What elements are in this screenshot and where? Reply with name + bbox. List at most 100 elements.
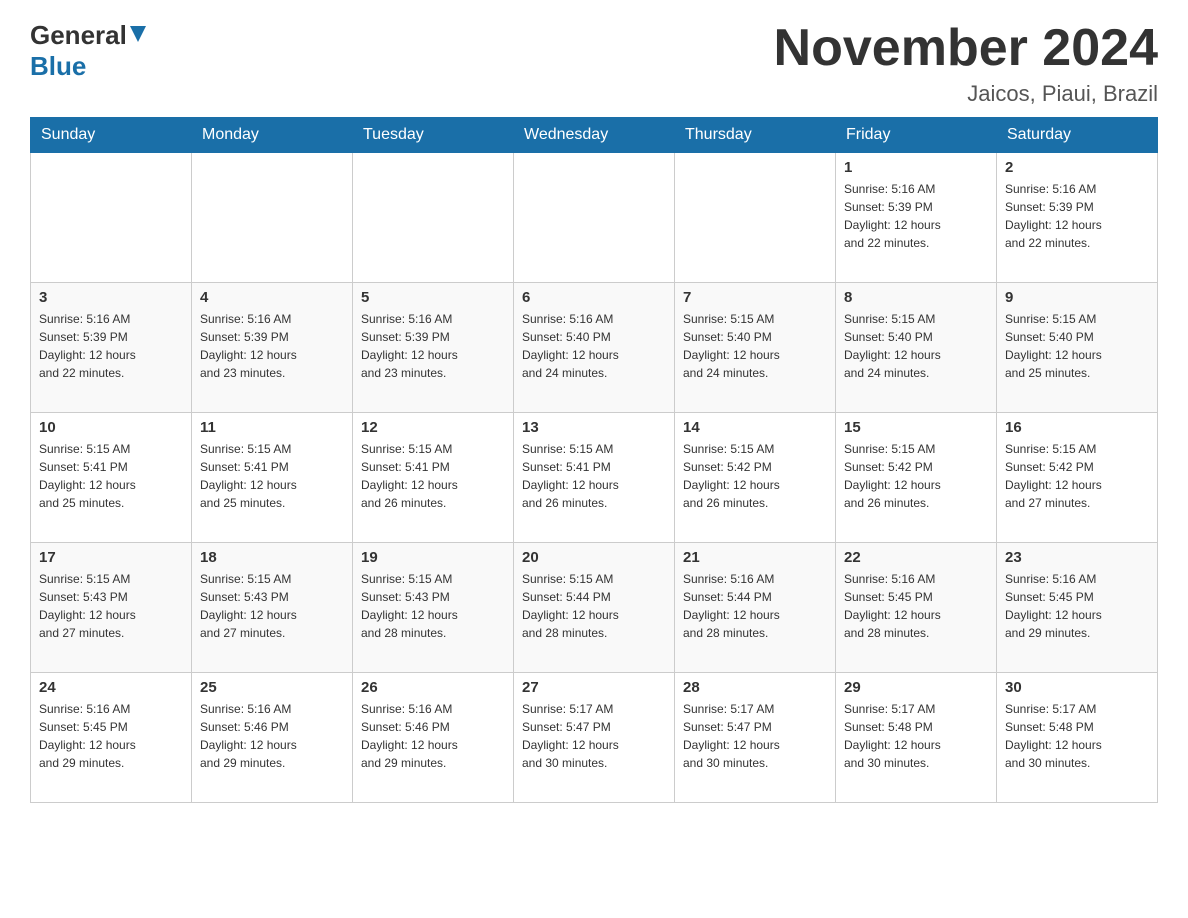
- day-number: 22: [844, 549, 988, 566]
- day-info: Sunrise: 5:15 AMSunset: 5:43 PMDaylight:…: [361, 570, 505, 642]
- day-number: 1: [844, 159, 988, 176]
- calendar-header: SundayMondayTuesdayWednesdayThursdayFrid…: [31, 118, 1158, 153]
- weekday-header-sunday: Sunday: [31, 118, 192, 153]
- day-info: Sunrise: 5:15 AMSunset: 5:43 PMDaylight:…: [200, 570, 344, 642]
- day-number: 11: [200, 419, 344, 436]
- calendar-cell: 19 Sunrise: 5:15 AMSunset: 5:43 PMDayligh…: [353, 543, 514, 673]
- calendar-cell: 29 Sunrise: 5:17 AMSunset: 5:48 PMDayligh…: [836, 673, 997, 803]
- weekday-header-monday: Monday: [192, 118, 353, 153]
- calendar-cell: 15Sunrise: 5:15 AMSunset: 5:42 PMDayligh…: [836, 413, 997, 543]
- logo-blue-text: Blue: [30, 51, 86, 82]
- day-number: 16: [1005, 419, 1149, 436]
- calendar-cell: 12 Sunrise: 5:15 AMSunset: 5:41 PMDayligh…: [353, 413, 514, 543]
- calendar-cell: 10 Sunrise: 5:15 AMSunset: 5:41 PMDayligh…: [31, 413, 192, 543]
- day-number: 9: [1005, 289, 1149, 306]
- day-info: Sunrise: 5:16 AMSunset: 5:39 PMDaylight:…: [361, 310, 505, 382]
- calendar-cell: 9 Sunrise: 5:15 AMSunset: 5:40 PMDaylight…: [997, 283, 1158, 413]
- day-number: 20: [522, 549, 666, 566]
- day-number: 26: [361, 679, 505, 696]
- weekday-header-friday: Friday: [836, 118, 997, 153]
- day-info: Sunrise: 5:15 AMSunset: 5:42 PMDaylight:…: [1005, 440, 1149, 512]
- day-number: 4: [200, 289, 344, 306]
- calendar-cell: 16 Sunrise: 5:15 AMSunset: 5:42 PMDayligh…: [997, 413, 1158, 543]
- day-info: Sunrise: 5:16 AMSunset: 5:39 PMDaylight:…: [844, 180, 988, 252]
- logo-wrapper: General: [30, 20, 147, 51]
- calendar-cell: 8Sunrise: 5:15 AMSunset: 5:40 PMDaylight…: [836, 283, 997, 413]
- logo-general-text: General: [30, 20, 127, 51]
- calendar-cell: 28 Sunrise: 5:17 AMSunset: 5:47 PMDayligh…: [675, 673, 836, 803]
- day-info: Sunrise: 5:16 AMSunset: 5:46 PMDaylight:…: [200, 700, 344, 772]
- calendar-cell: 3 Sunrise: 5:16 AMSunset: 5:39 PMDaylight…: [31, 283, 192, 413]
- day-info: Sunrise: 5:16 AMSunset: 5:46 PMDaylight:…: [361, 700, 505, 772]
- day-info: Sunrise: 5:17 AMSunset: 5:47 PMDaylight:…: [522, 700, 666, 772]
- day-info: Sunrise: 5:15 AMSunset: 5:42 PMDaylight:…: [844, 440, 988, 512]
- calendar-cell: [192, 153, 353, 283]
- calendar-week-row: 17Sunrise: 5:15 AMSunset: 5:43 PMDayligh…: [31, 543, 1158, 673]
- calendar-cell: 14Sunrise: 5:15 AMSunset: 5:42 PMDayligh…: [675, 413, 836, 543]
- day-number: 29: [844, 679, 988, 696]
- day-number: 19: [361, 549, 505, 566]
- day-info: Sunrise: 5:16 AMSunset: 5:39 PMDaylight:…: [1005, 180, 1149, 252]
- calendar-cell: 22 Sunrise: 5:16 AMSunset: 5:45 PMDayligh…: [836, 543, 997, 673]
- day-number: 24: [39, 679, 183, 696]
- calendar-cell: 1 Sunrise: 5:16 AMSunset: 5:39 PMDaylight…: [836, 153, 997, 283]
- day-number: 28: [683, 679, 827, 696]
- day-number: 12: [361, 419, 505, 436]
- day-info: Sunrise: 5:15 AMSunset: 5:41 PMDaylight:…: [361, 440, 505, 512]
- calendar-cell: 20 Sunrise: 5:15 AMSunset: 5:44 PMDayligh…: [514, 543, 675, 673]
- logo-arrow-icon: [129, 25, 147, 48]
- calendar-cell: [675, 153, 836, 283]
- calendar-week-row: 3 Sunrise: 5:16 AMSunset: 5:39 PMDaylight…: [31, 283, 1158, 413]
- day-info: Sunrise: 5:15 AMSunset: 5:40 PMDaylight:…: [1005, 310, 1149, 382]
- calendar-week-row: 10 Sunrise: 5:15 AMSunset: 5:41 PMDayligh…: [31, 413, 1158, 543]
- calendar-week-row: 24 Sunrise: 5:16 AMSunset: 5:45 PMDayligh…: [31, 673, 1158, 803]
- day-info: Sunrise: 5:17 AMSunset: 5:47 PMDaylight:…: [683, 700, 827, 772]
- calendar-week-row: 1 Sunrise: 5:16 AMSunset: 5:39 PMDaylight…: [31, 153, 1158, 283]
- day-info: Sunrise: 5:16 AMSunset: 5:45 PMDaylight:…: [1005, 570, 1149, 642]
- calendar-cell: [31, 153, 192, 283]
- day-number: 18: [200, 549, 344, 566]
- calendar-cell: [353, 153, 514, 283]
- day-info: Sunrise: 5:16 AMSunset: 5:44 PMDaylight:…: [683, 570, 827, 642]
- day-number: 23: [1005, 549, 1149, 566]
- weekday-header-saturday: Saturday: [997, 118, 1158, 153]
- weekday-header-thursday: Thursday: [675, 118, 836, 153]
- calendar-cell: 23 Sunrise: 5:16 AMSunset: 5:45 PMDayligh…: [997, 543, 1158, 673]
- day-info: Sunrise: 5:16 AMSunset: 5:40 PMDaylight:…: [522, 310, 666, 382]
- day-info: Sunrise: 5:16 AMSunset: 5:39 PMDaylight:…: [39, 310, 183, 382]
- calendar-cell: 25Sunrise: 5:16 AMSunset: 5:46 PMDayligh…: [192, 673, 353, 803]
- calendar-table: SundayMondayTuesdayWednesdayThursdayFrid…: [30, 117, 1158, 803]
- calendar-body: 1 Sunrise: 5:16 AMSunset: 5:39 PMDaylight…: [31, 153, 1158, 803]
- day-number: 10: [39, 419, 183, 436]
- calendar-cell: 24 Sunrise: 5:16 AMSunset: 5:45 PMDayligh…: [31, 673, 192, 803]
- day-info: Sunrise: 5:17 AMSunset: 5:48 PMDaylight:…: [844, 700, 988, 772]
- calendar-cell: 6 Sunrise: 5:16 AMSunset: 5:40 PMDaylight…: [514, 283, 675, 413]
- day-info: Sunrise: 5:16 AMSunset: 5:45 PMDaylight:…: [844, 570, 988, 642]
- day-info: Sunrise: 5:15 AMSunset: 5:41 PMDaylight:…: [522, 440, 666, 512]
- day-info: Sunrise: 5:17 AMSunset: 5:48 PMDaylight:…: [1005, 700, 1149, 772]
- day-info: Sunrise: 5:15 AMSunset: 5:41 PMDaylight:…: [39, 440, 183, 512]
- page-header: General Blue November 2024 Jaicos, Piaui…: [30, 20, 1158, 107]
- calendar-cell: 7Sunrise: 5:15 AMSunset: 5:40 PMDaylight…: [675, 283, 836, 413]
- weekday-header-row: SundayMondayTuesdayWednesdayThursdayFrid…: [31, 118, 1158, 153]
- day-number: 13: [522, 419, 666, 436]
- calendar-cell: 4Sunrise: 5:16 AMSunset: 5:39 PMDaylight…: [192, 283, 353, 413]
- calendar-cell: [514, 153, 675, 283]
- day-info: Sunrise: 5:15 AMSunset: 5:44 PMDaylight:…: [522, 570, 666, 642]
- calendar-cell: 11 Sunrise: 5:15 AMSunset: 5:41 PMDayligh…: [192, 413, 353, 543]
- title-area: November 2024 Jaicos, Piaui, Brazil: [774, 20, 1158, 107]
- calendar-cell: 2 Sunrise: 5:16 AMSunset: 5:39 PMDaylight…: [997, 153, 1158, 283]
- calendar-cell: 17Sunrise: 5:15 AMSunset: 5:43 PMDayligh…: [31, 543, 192, 673]
- day-info: Sunrise: 5:15 AMSunset: 5:40 PMDaylight:…: [683, 310, 827, 382]
- calendar-cell: 5Sunrise: 5:16 AMSunset: 5:39 PMDaylight…: [353, 283, 514, 413]
- calendar-subtitle: Jaicos, Piaui, Brazil: [774, 81, 1158, 107]
- calendar-cell: 13 Sunrise: 5:15 AMSunset: 5:41 PMDayligh…: [514, 413, 675, 543]
- day-info: Sunrise: 5:16 AMSunset: 5:45 PMDaylight:…: [39, 700, 183, 772]
- day-number: 3: [39, 289, 183, 306]
- day-number: 2: [1005, 159, 1149, 176]
- day-number: 6: [522, 289, 666, 306]
- weekday-header-tuesday: Tuesday: [353, 118, 514, 153]
- logo-area: General Blue: [30, 20, 147, 82]
- day-info: Sunrise: 5:15 AMSunset: 5:43 PMDaylight:…: [39, 570, 183, 642]
- day-info: Sunrise: 5:15 AMSunset: 5:41 PMDaylight:…: [200, 440, 344, 512]
